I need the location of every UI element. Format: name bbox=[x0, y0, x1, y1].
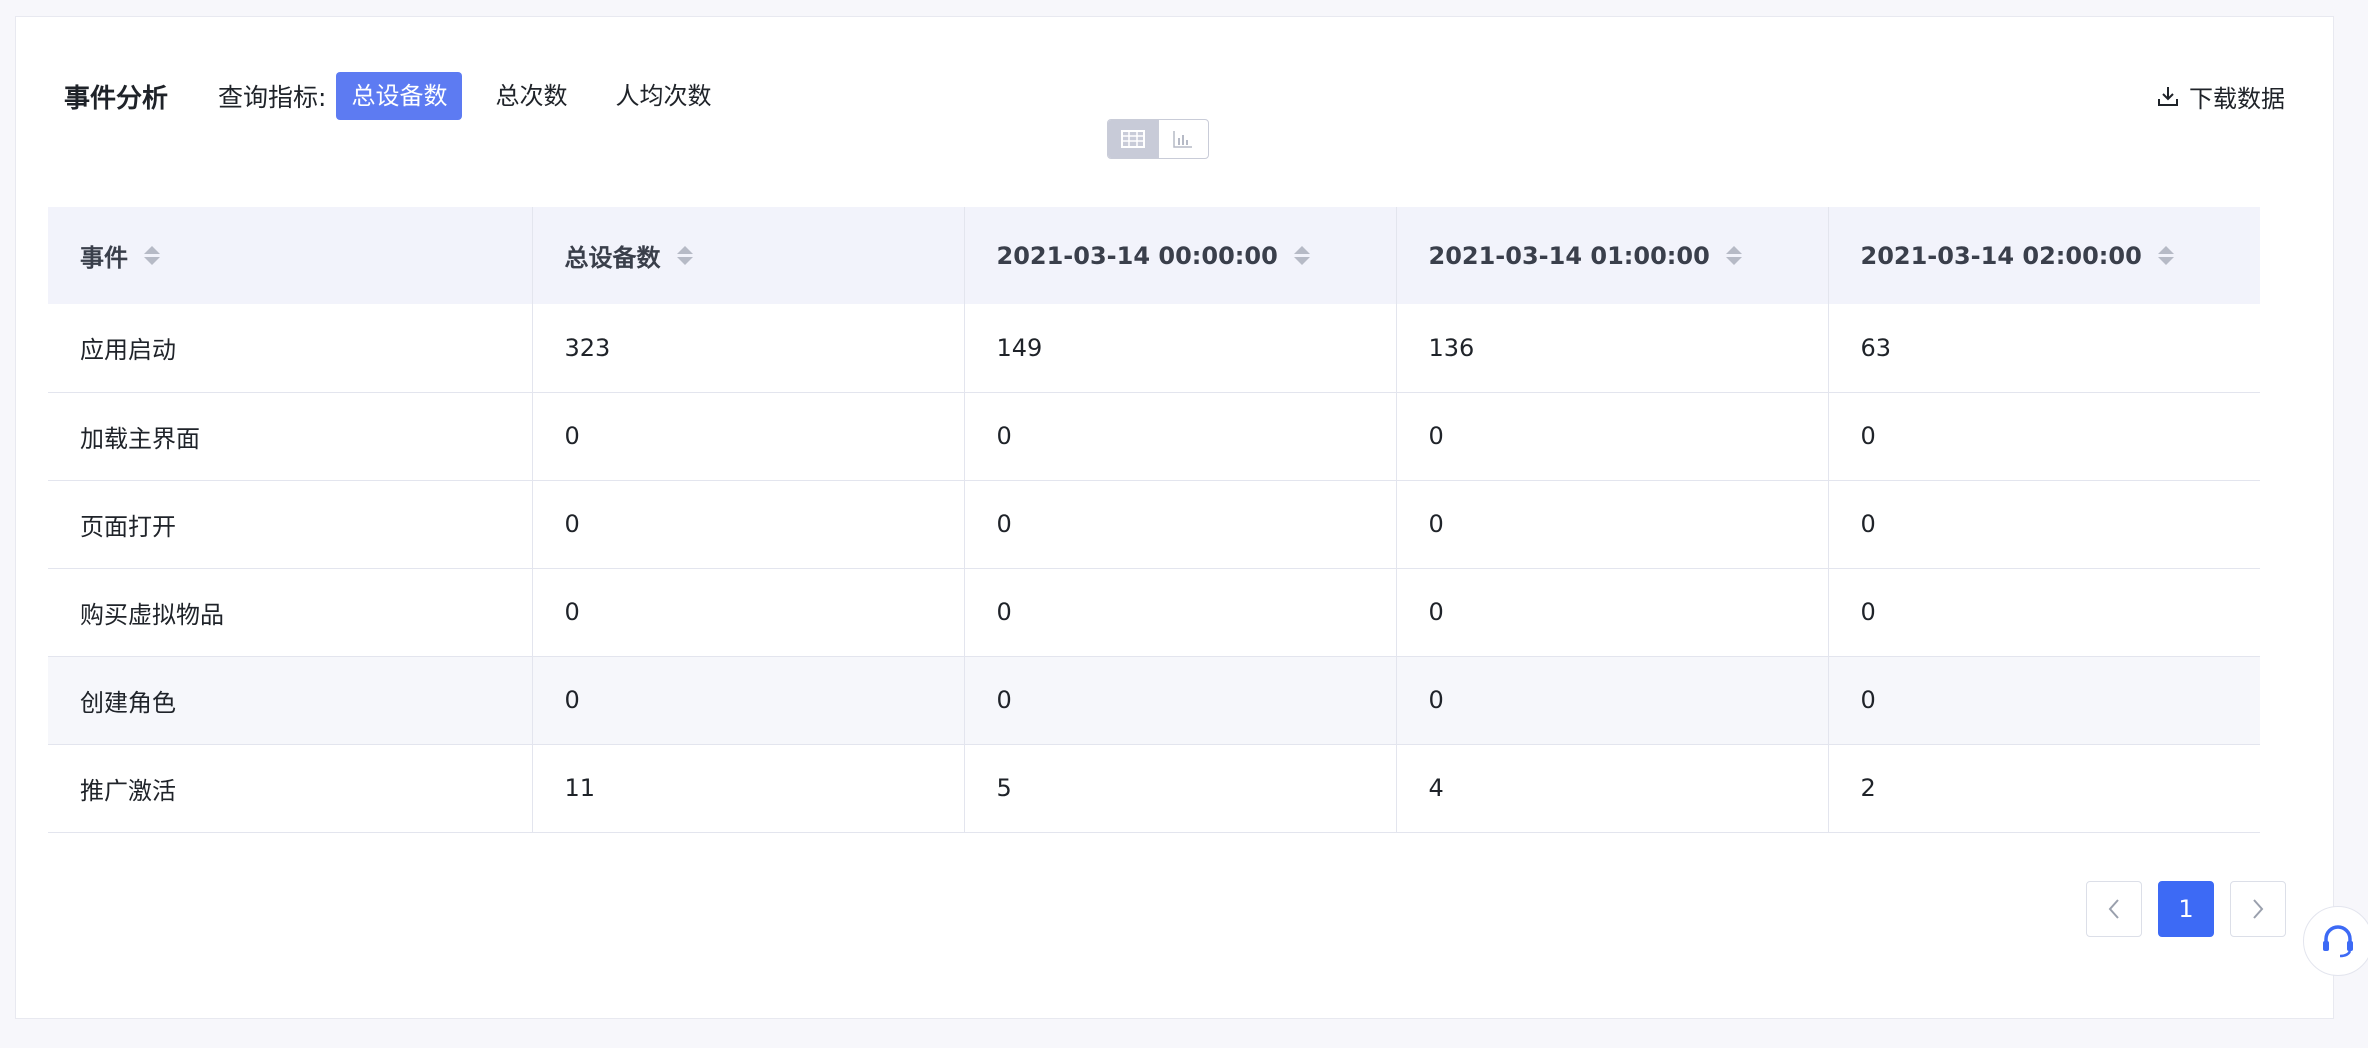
table-cell: 0 bbox=[1827, 568, 2260, 656]
table-cell: 11 bbox=[531, 744, 964, 832]
page-button-current[interactable]: 1 bbox=[2158, 881, 2214, 937]
customer-support-button[interactable] bbox=[2303, 906, 2368, 976]
bar-chart-icon bbox=[1173, 131, 1193, 148]
table-cell: 0 bbox=[1827, 656, 2260, 744]
table-cell: 0 bbox=[1827, 480, 2260, 568]
table-cell: 0 bbox=[531, 392, 964, 480]
table-cell: 页面打开 bbox=[80, 512, 176, 541]
prev-page-button[interactable] bbox=[2086, 881, 2142, 937]
table-cell: 0 bbox=[531, 656, 964, 744]
chevron-right-icon bbox=[2253, 899, 2264, 919]
sort-icon[interactable] bbox=[2157, 246, 2174, 265]
table-row: 购买虚拟物品 0 0 0 0 bbox=[48, 568, 2260, 656]
table-cell: 0 bbox=[1395, 656, 1828, 744]
table-cell: 创建角色 bbox=[80, 688, 176, 717]
table-cell: 应用启动 bbox=[80, 336, 176, 365]
table-row: 加载主界面 0 0 0 0 bbox=[48, 392, 2260, 480]
page-title: 事件分析 bbox=[64, 83, 169, 114]
headset-icon bbox=[2323, 925, 2353, 958]
table-cell: 149 bbox=[963, 304, 1396, 392]
next-page-button[interactable] bbox=[2230, 881, 2286, 937]
table-cell: 0 bbox=[963, 392, 1396, 480]
sort-icon[interactable] bbox=[144, 246, 160, 265]
column-header-hour-00[interactable]: 2021-03-14 00:00:00 bbox=[963, 207, 1396, 304]
table-cell: 0 bbox=[963, 656, 1396, 744]
table-header-row: 事件 总设备数 2021-03-14 00:00:00 2021-03-14 0… bbox=[48, 207, 2260, 304]
table-cell: 加载主界面 bbox=[80, 424, 200, 453]
table-row: 推广激活 11 5 4 2 bbox=[48, 744, 2260, 832]
download-icon bbox=[2158, 87, 2178, 106]
column-header-total-devices[interactable]: 总设备数 bbox=[531, 207, 964, 304]
table-row: 页面打开 0 0 0 0 bbox=[48, 480, 2260, 568]
metric-label: 查询指标: bbox=[218, 83, 327, 112]
table-icon bbox=[1120, 130, 1145, 148]
table-cell: 0 bbox=[1395, 480, 1828, 568]
table-cell: 0 bbox=[963, 480, 1396, 568]
table-cell: 0 bbox=[1827, 392, 2260, 480]
table-row: 创建角色 0 0 0 0 bbox=[48, 656, 2260, 744]
table-cell: 购买虚拟物品 bbox=[80, 600, 224, 629]
table-cell: 0 bbox=[1395, 392, 1828, 480]
table-cell: 136 bbox=[1395, 304, 1828, 392]
chevron-left-icon bbox=[2108, 899, 2119, 919]
table-cell: 5 bbox=[963, 744, 1396, 832]
column-header-event[interactable]: 事件 bbox=[48, 207, 532, 304]
sort-icon[interactable] bbox=[1293, 246, 1310, 265]
table-cell: 推广激活 bbox=[80, 776, 176, 805]
table-cell: 2 bbox=[1827, 744, 2260, 832]
table-view-toggle[interactable] bbox=[1108, 120, 1158, 158]
table-cell: 4 bbox=[1395, 744, 1828, 832]
sort-icon[interactable] bbox=[676, 246, 693, 265]
metric-tab-total-devices[interactable]: 总设备数 bbox=[336, 72, 463, 120]
event-table: 事件 总设备数 2021-03-14 00:00:00 2021-03-14 0… bbox=[48, 207, 2260, 833]
table-row: 应用启动 323 149 136 63 bbox=[48, 304, 2260, 392]
event-table-container: 事件 总设备数 2021-03-14 00:00:00 2021-03-14 0… bbox=[48, 207, 2260, 833]
table-cell: 63 bbox=[1827, 304, 2260, 392]
table-cell: 0 bbox=[531, 480, 964, 568]
sort-icon[interactable] bbox=[1725, 246, 1742, 265]
metric-tab-total-count[interactable]: 总次数 bbox=[480, 72, 582, 120]
table-cell: 323 bbox=[531, 304, 964, 392]
download-label: 下载数据 bbox=[2189, 84, 2285, 113]
table-cell: 0 bbox=[1395, 568, 1828, 656]
table-cell: 0 bbox=[531, 568, 964, 656]
download-data-button[interactable]: 下载数据 bbox=[2157, 79, 2285, 114]
column-header-hour-01[interactable]: 2021-03-14 01:00:00 bbox=[1395, 207, 1828, 304]
chart-view-toggle[interactable] bbox=[1157, 120, 1209, 158]
column-header-hour-02[interactable]: 2021-03-14 02:00:00 bbox=[1827, 207, 2260, 304]
view-switch bbox=[1107, 119, 1209, 159]
metric-tab-avg-per-user[interactable]: 人均次数 bbox=[600, 72, 726, 120]
pagination: 1 bbox=[2086, 881, 2286, 937]
table-cell: 0 bbox=[963, 568, 1396, 656]
